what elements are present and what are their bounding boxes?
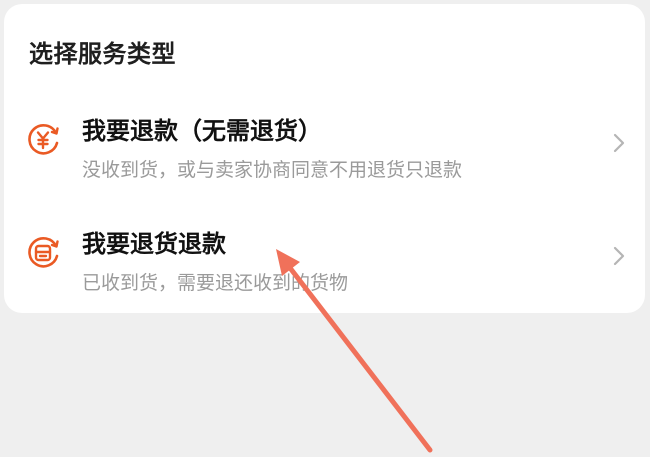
page-title: 选择服务类型 bbox=[29, 40, 176, 68]
option-title: 我要退款（无需退货） bbox=[82, 117, 322, 145]
service-type-card: 选择服务类型 我要退款（无需退货） 没收到货，或与卖家协商同意不用退货只退款 我… bbox=[4, 4, 645, 313]
chevron-right-icon bbox=[613, 133, 625, 153]
return-package-icon bbox=[28, 237, 59, 268]
option-subtitle: 已收到货，需要退还收到的货物 bbox=[82, 272, 349, 294]
chevron-right-icon bbox=[613, 246, 625, 266]
option-return-and-refund[interactable]: 我要退货退款 已收到货，需要退还收到的货物 bbox=[4, 214, 645, 314]
option-refund-only[interactable]: 我要退款（无需退货） 没收到货，或与卖家协商同意不用退货只退款 bbox=[4, 101, 645, 201]
option-subtitle: 没收到货，或与卖家协商同意不用退货只退款 bbox=[82, 159, 463, 181]
yuan-refund-icon bbox=[28, 124, 59, 155]
option-title: 我要退货退款 bbox=[82, 230, 226, 258]
